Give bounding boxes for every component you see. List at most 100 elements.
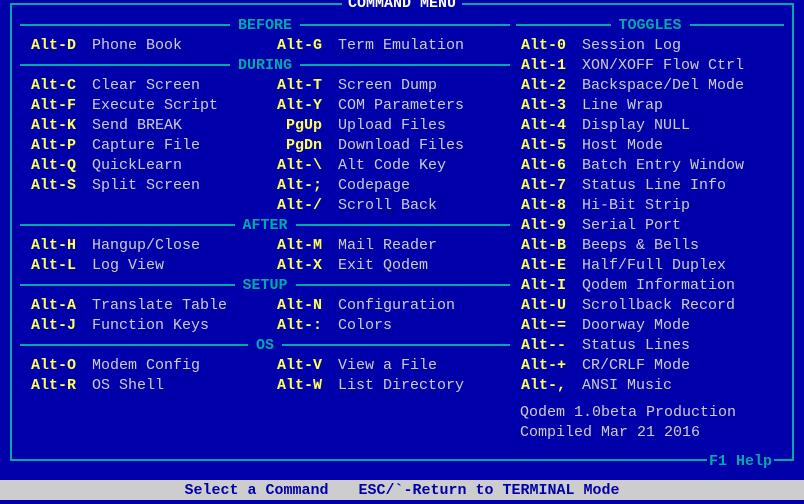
command-label: Mail Reader	[338, 237, 437, 254]
key-label: Alt-A	[20, 297, 76, 314]
status-hint-escape: ESC/`-Return to TERMINAL Mode	[358, 482, 619, 499]
command-item[interactable]: Alt-YCOM Parameters	[266, 95, 510, 115]
key-label: Alt-R	[20, 377, 76, 394]
command-label: Function Keys	[92, 317, 209, 334]
toggle-item[interactable]: Alt-8Hi-Bit Strip	[516, 195, 784, 215]
command-label: Log View	[92, 257, 164, 274]
command-label: XON/XOFF Flow Ctrl	[582, 57, 744, 74]
section-before-head: BEFORE	[20, 15, 510, 35]
toggle-item[interactable]: Alt-9Serial Port	[516, 215, 784, 235]
toggle-item[interactable]: Alt-3 Line Wrap	[516, 95, 784, 115]
command-label: Split Screen	[92, 177, 200, 194]
command-item[interactable]: Alt-:Colors	[266, 315, 510, 335]
command-item[interactable]: Alt-WList Directory	[266, 375, 510, 395]
toggle-item[interactable]: Alt-7Status Line Info	[516, 175, 784, 195]
key-label: Alt-2	[516, 77, 566, 94]
command-item[interactable]: PgUpUpload Files	[266, 115, 510, 135]
toggle-item[interactable]: Alt-, ANSI Music	[516, 375, 784, 395]
section-toggles-head: TOGGLES	[516, 15, 784, 35]
command-label: Send BREAK	[92, 117, 182, 134]
command-label: Display NULL	[582, 117, 690, 134]
key-label: Alt-K	[20, 117, 76, 134]
key-label: Alt-=	[516, 317, 566, 334]
toggle-item[interactable]: Alt-= Doorway Mode	[516, 315, 784, 335]
toggle-item[interactable]: Alt-+CR/CRLF Mode	[516, 355, 784, 375]
command-item[interactable]: Alt-J Function Keys	[20, 315, 264, 335]
toggle-item[interactable]: Alt-UScrollback Record	[516, 295, 784, 315]
key-label: Alt-N	[266, 297, 322, 314]
key-label: Alt-8	[516, 197, 566, 214]
command-item[interactable]: Alt-OModem Config	[20, 355, 264, 375]
version-info: Qodem 1.0beta Production Compiled Mar 21…	[520, 403, 784, 443]
command-label: COM Parameters	[338, 97, 464, 114]
command-item[interactable]: Alt-NConfiguration	[266, 295, 510, 315]
key-label: Alt-5	[516, 137, 566, 154]
status-hint-select: Select a Command	[184, 482, 328, 499]
command-label: Term Emulation	[338, 37, 464, 54]
command-menu-frame: COMMAND MENU BEFORE Alt-DPhone BookAlt-G…	[10, 3, 794, 461]
command-label: Modem Config	[92, 357, 200, 374]
command-label: Serial Port	[582, 217, 681, 234]
command-label: ANSI Music	[582, 377, 672, 394]
command-label: View a File	[338, 357, 437, 374]
key-label: Alt--	[516, 337, 566, 354]
command-label: Upload Files	[338, 117, 446, 134]
key-label: Alt-P	[20, 137, 76, 154]
toggle-item[interactable]: Alt-BBeeps & Bells	[516, 235, 784, 255]
command-item[interactable]: Alt-/Scroll Back	[266, 195, 510, 215]
command-label: Clear Screen	[92, 77, 200, 94]
command-label: CR/CRLF Mode	[582, 357, 690, 374]
command-label: Scrollback Record	[582, 297, 735, 314]
command-label: Session Log	[582, 37, 681, 54]
command-item[interactable]: Alt-\Alt Code Key	[266, 155, 510, 175]
command-item[interactable]: Alt-ROS Shell	[20, 375, 264, 395]
toggle-item[interactable]: Alt-5 Host Mode	[516, 135, 784, 155]
key-label: Alt-E	[516, 257, 566, 274]
toggle-item[interactable]: Alt-1XON/XOFF Flow Ctrl	[516, 55, 784, 75]
toggle-item[interactable]: Alt--Status Lines	[516, 335, 784, 355]
f1-help-hint: F1 Help	[707, 453, 774, 470]
command-item[interactable]: PgDnDownload Files	[266, 135, 510, 155]
key-label: Alt-4	[516, 117, 566, 134]
toggle-item[interactable]: Alt-IQodem Information	[516, 275, 784, 295]
command-item[interactable]: Alt-QQuickLearn	[20, 155, 264, 175]
key-label: Alt-3	[516, 97, 566, 114]
command-item[interactable]: Alt-SSplit Screen	[20, 175, 264, 195]
command-item[interactable]: Alt-LLog View	[20, 255, 264, 275]
command-item[interactable]: Alt-MMail Reader	[266, 235, 510, 255]
command-item[interactable]: Alt-C Clear Screen	[20, 75, 264, 95]
command-item[interactable]: Alt-FExecute Script	[20, 95, 264, 115]
toggle-item[interactable]: Alt-4 Display NULL	[516, 115, 784, 135]
command-item[interactable]: Alt-ATranslate Table	[20, 295, 264, 315]
key-label: Alt-:	[266, 317, 322, 334]
command-label: Backspace/Del Mode	[582, 77, 744, 94]
key-label: Alt-0	[516, 37, 566, 54]
key-label: Alt-C	[20, 77, 76, 94]
command-label: Execute Script	[92, 97, 218, 114]
command-label: Hangup/Close	[92, 237, 200, 254]
toggle-item[interactable]: Alt-2 Backspace/Del Mode	[516, 75, 784, 95]
command-label: Host Mode	[582, 137, 663, 154]
toggle-item[interactable]: Alt-6Batch Entry Window	[516, 155, 784, 175]
command-item[interactable]: Alt-PCapture File	[20, 135, 264, 155]
left-panel: BEFORE Alt-DPhone BookAlt-GTerm Emulatio…	[20, 15, 510, 455]
command-label: Alt Code Key	[338, 157, 446, 174]
command-item[interactable]: Alt-;Codepage	[266, 175, 510, 195]
toggle-item[interactable]: Alt-EHalf/Full Duplex	[516, 255, 784, 275]
command-item[interactable]: Alt-HHangup/Close	[20, 235, 264, 255]
command-label: Line Wrap	[582, 97, 663, 114]
status-bar: Select a Command ESC/`-Return to TERMINA…	[0, 480, 804, 500]
command-item[interactable]: Alt-GTerm Emulation	[266, 35, 510, 55]
command-label: Batch Entry Window	[582, 157, 744, 174]
command-item[interactable]: Alt-VView a File	[266, 355, 510, 375]
toggle-item[interactable]: Alt-0 Session Log	[516, 35, 784, 55]
command-item[interactable]: Alt-TScreen Dump	[266, 75, 510, 95]
command-label: Doorway Mode	[582, 317, 690, 334]
command-item[interactable]: Alt-K Send BREAK	[20, 115, 264, 135]
command-item[interactable]: Alt-XExit Qodem	[266, 255, 510, 275]
command-item[interactable]: Alt-DPhone Book	[20, 35, 264, 55]
key-label: Alt-,	[516, 377, 566, 394]
key-label: Alt-J	[20, 317, 76, 334]
section-during-head: DURING	[20, 55, 510, 75]
command-label: Qodem Information	[582, 277, 735, 294]
